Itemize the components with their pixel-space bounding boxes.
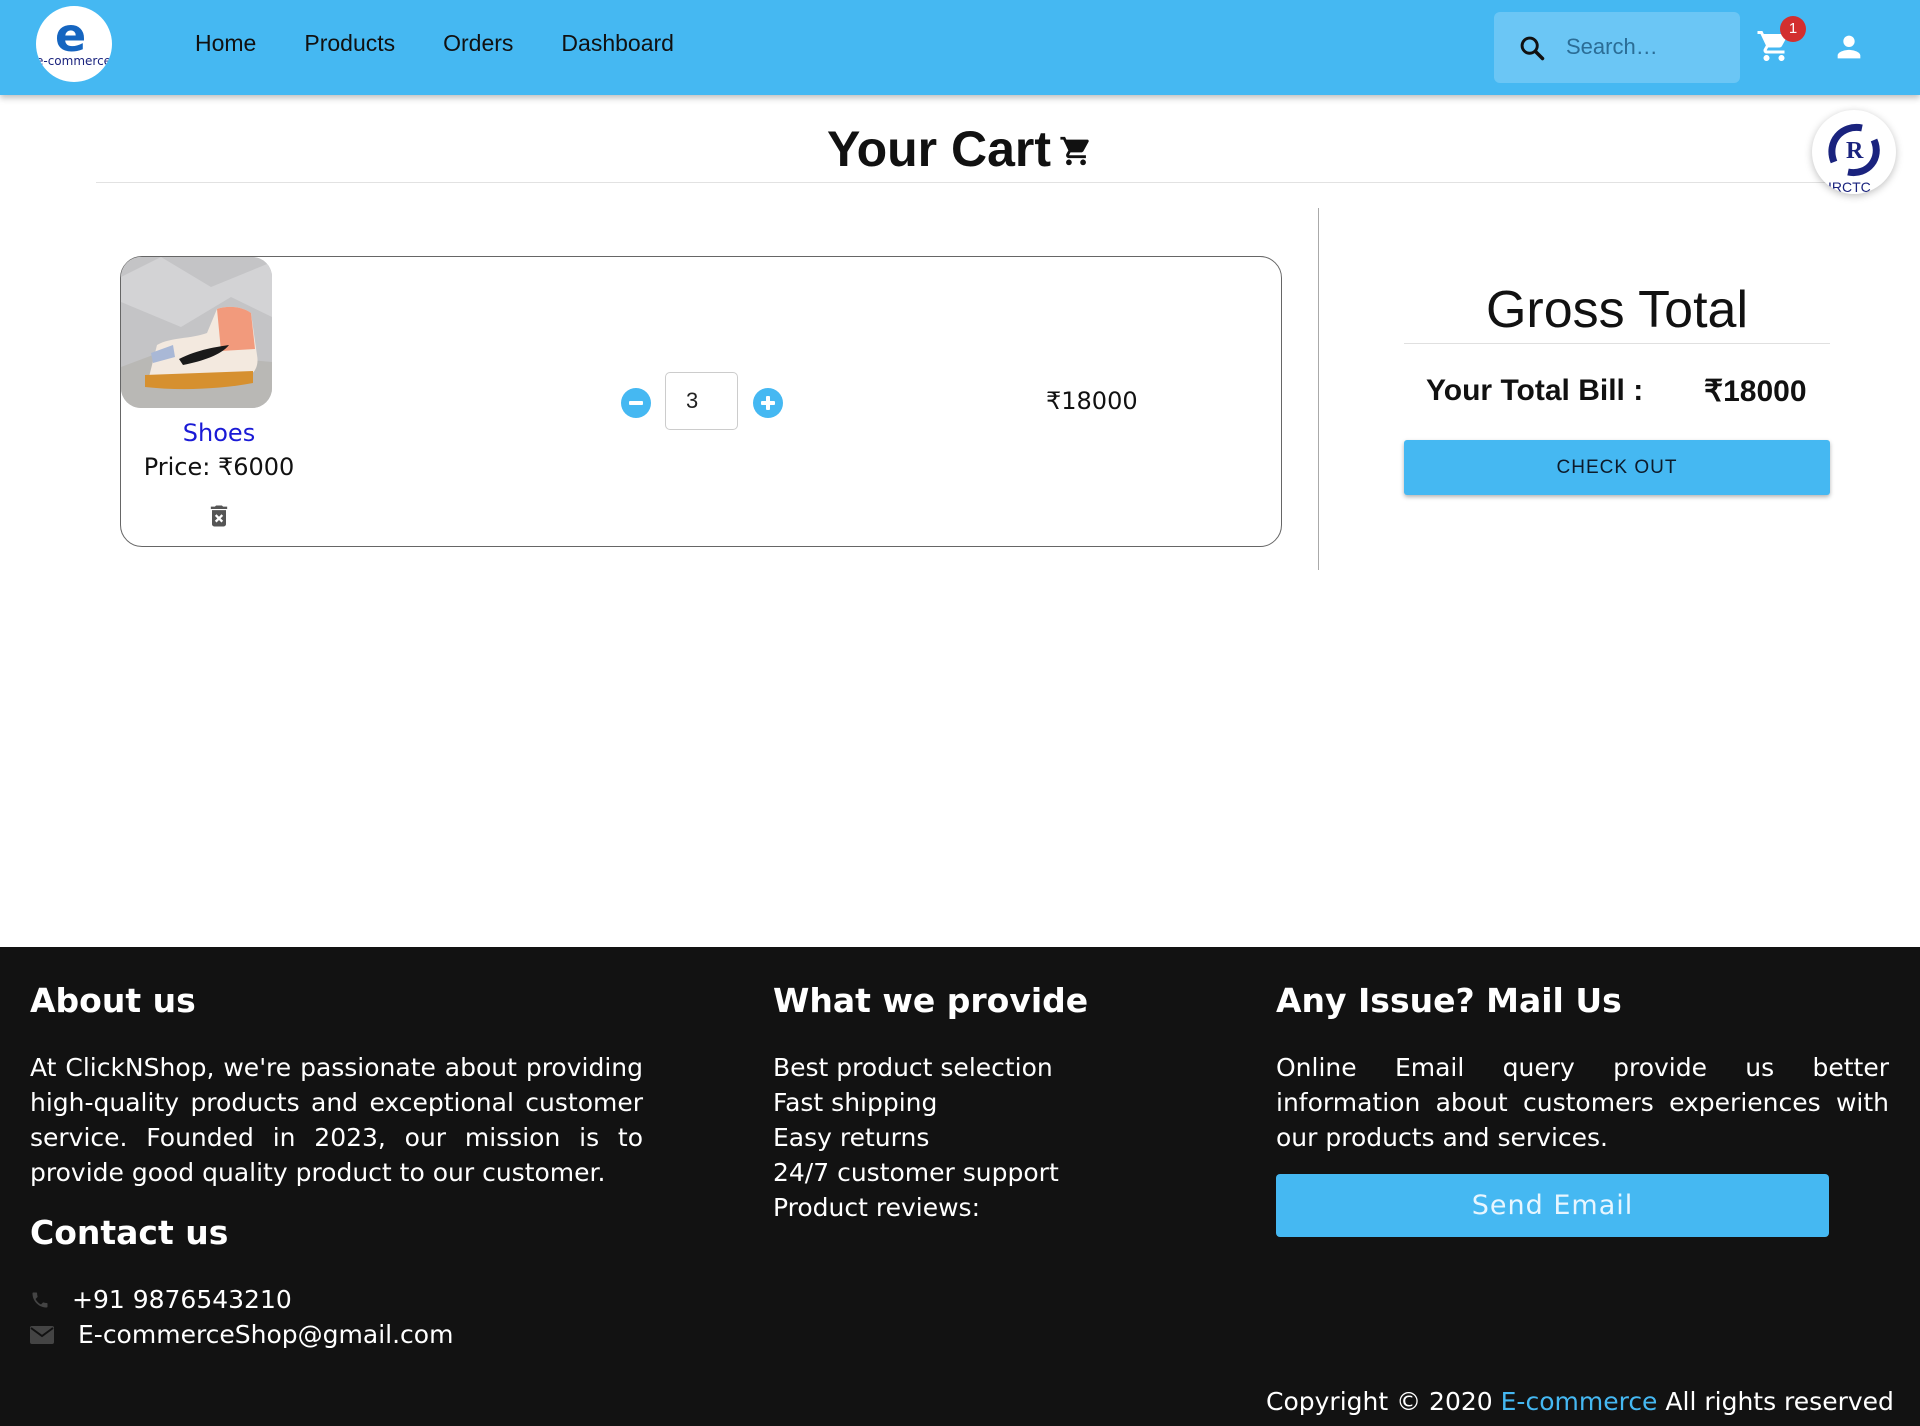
- footer-mail: Any Issue? Mail Us Online Email query pr…: [1276, 981, 1889, 1155]
- cart-count-badge: 1: [1780, 16, 1806, 42]
- logo-text: e-commerce: [36, 54, 112, 68]
- page-title-text: Your Cart: [826, 121, 1052, 177]
- site-footer: About us At ClickNShop, we're passionate…: [0, 947, 1920, 1426]
- vertical-divider: [1318, 208, 1319, 570]
- nav-home[interactable]: Home: [195, 30, 256, 57]
- product-unit-price: Price: ₹6000: [143, 453, 295, 481]
- contact-email-row: E-commerceShop@gmail.com: [30, 1320, 453, 1349]
- search-icon: [1520, 36, 1545, 61]
- nav-orders[interactable]: Orders: [443, 30, 513, 57]
- summary-title: Gross Total: [1485, 281, 1749, 339]
- copyright-prefix: Copyright © 2020: [1266, 1387, 1493, 1416]
- irctc-floating-logo[interactable]: R IRCTC: [1812, 110, 1896, 194]
- product-name-link[interactable]: Shoes: [121, 419, 317, 447]
- provide-list: Best product selection Fast shipping Eas…: [773, 1050, 1153, 1225]
- quantity-input[interactable]: [665, 372, 738, 430]
- nav-dashboard[interactable]: Dashboard: [561, 30, 674, 57]
- about-text: At ClickNShop, we're passionate about pr…: [30, 1053, 643, 1187]
- provide-item: Fast shipping: [773, 1088, 938, 1117]
- user-icon: [1837, 35, 1861, 59]
- search-box[interactable]: [1494, 12, 1740, 83]
- provide-title: What we provide: [773, 981, 1089, 1020]
- delete-icon: [210, 505, 228, 527]
- total-bill-label: Your Total Bill :: [1426, 374, 1644, 407]
- increase-quantity-button[interactable]: [753, 388, 783, 418]
- copyright-suffix: All rights reserved: [1665, 1387, 1894, 1416]
- footer-provide: What we provide Best product selection F…: [773, 981, 1153, 1225]
- decrease-quantity-button[interactable]: [621, 388, 651, 418]
- provide-item: 24/7 customer support: [773, 1158, 1059, 1187]
- issue-title: Any Issue? Mail Us: [1276, 981, 1622, 1020]
- footer-about: About us At ClickNShop, we're passionate…: [30, 981, 643, 1190]
- title-divider: [96, 182, 1856, 183]
- summary-divider: [1404, 343, 1830, 344]
- minus-circle-icon: [621, 388, 651, 418]
- copyright-brand-link[interactable]: E-commerce: [1501, 1387, 1658, 1416]
- cart-item-card: Shoes Price: ₹6000 ₹18000: [120, 256, 1282, 547]
- phone-icon: [32, 1292, 48, 1307]
- shoe-image-icon: [121, 257, 272, 408]
- copyright: Copyright © 2020 E-commerce All rights r…: [1266, 1387, 1894, 1416]
- product-image[interactable]: [121, 257, 272, 408]
- nav-products[interactable]: Products: [304, 30, 395, 57]
- svg-text:R: R: [1846, 138, 1864, 164]
- irctc-logo-text: IRCTC: [1828, 179, 1871, 194]
- about-title: About us: [30, 981, 196, 1020]
- search-input[interactable]: [1566, 30, 1726, 64]
- contact-phone-row: +91 9876543210: [30, 1285, 292, 1314]
- contact-phone[interactable]: +91 9876543210: [72, 1285, 292, 1314]
- cart-title-icon: [1060, 136, 1089, 166]
- total-bill-value: ₹18000: [1704, 375, 1807, 408]
- send-email-button[interactable]: Send Email: [1276, 1174, 1829, 1237]
- line-total: ₹18000: [1046, 387, 1138, 415]
- irctc-logo-icon: R IRCTC: [1828, 123, 1880, 194]
- provide-item: Best product selection: [773, 1053, 1053, 1082]
- top-navbar: e e-commerce Home Products Orders Dashbo…: [0, 0, 1920, 95]
- contact-email[interactable]: E-commerceShop@gmail.com: [78, 1320, 453, 1349]
- issue-text: Online Email query provide us better inf…: [1276, 1053, 1889, 1152]
- main-nav: Home Products Orders Dashboard: [195, 30, 722, 57]
- provide-item: Easy returns: [773, 1123, 930, 1152]
- plus-circle-icon: [753, 388, 783, 418]
- checkout-button[interactable]: CHECK OUT: [1404, 440, 1830, 495]
- brand-logo[interactable]: e e-commerce: [36, 6, 112, 82]
- provide-item: Product reviews:: [773, 1193, 980, 1222]
- remove-item-button[interactable]: [205, 501, 233, 531]
- mail-icon: [30, 1325, 54, 1344]
- page-title: Your Cart: [0, 120, 1920, 178]
- account-button[interactable]: [1832, 30, 1866, 64]
- contact-title: Contact us: [30, 1213, 229, 1252]
